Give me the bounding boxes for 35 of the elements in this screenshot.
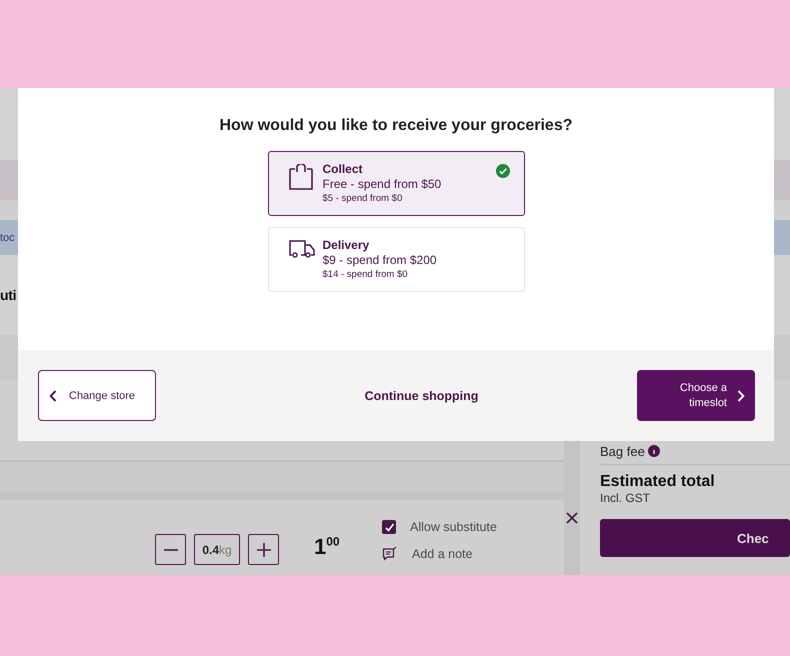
truck-icon bbox=[288, 240, 314, 260]
choose-timeslot-button[interactable]: Choose a timeslot bbox=[637, 370, 755, 421]
option-alt-price: $14 - spend from $0 bbox=[322, 269, 409, 280]
option-alt-price: $5 - spend from $0 bbox=[322, 193, 404, 204]
minus-button[interactable] bbox=[155, 534, 186, 565]
bag-fee-label: Bag fee bbox=[600, 444, 645, 458]
section-heading: uti bbox=[0, 287, 16, 303]
continue-shopping-link[interactable]: Continue shopping bbox=[364, 388, 478, 402]
chevron-right-icon bbox=[737, 390, 745, 402]
substitute-label: Allow substitute bbox=[410, 520, 497, 534]
add-note-link[interactable]: Add a note bbox=[412, 546, 472, 560]
chevron-left-icon bbox=[49, 390, 57, 402]
delivery-option[interactable]: Delivery $9 - spend from $200 $14 - spend from $0 bbox=[268, 227, 524, 292]
check-circle-icon bbox=[496, 164, 510, 178]
info-icon[interactable] bbox=[648, 445, 660, 457]
banner-text: toc bbox=[0, 232, 15, 244]
tax-note: Incl. GST bbox=[600, 491, 652, 505]
plus-button[interactable] bbox=[248, 534, 279, 565]
quantity-field[interactable]: 0.4kg bbox=[194, 534, 240, 565]
plus-icon bbox=[256, 542, 272, 558]
option-name: Collect bbox=[322, 162, 364, 176]
delivery-option[interactable]: Collect Free - spend from $50 $5 - spend from $0 bbox=[268, 151, 524, 216]
change-store-button[interactable]: Change store bbox=[38, 370, 156, 421]
shopping-bag-icon bbox=[288, 164, 312, 190]
option-name: Delivery bbox=[322, 238, 370, 252]
item-price: 1$^{00}$ bbox=[314, 534, 341, 560]
minus-icon bbox=[164, 548, 178, 550]
total-label: Estimated total bbox=[600, 473, 716, 491]
option-price: Free - spend from $50 bbox=[322, 177, 442, 191]
close-icon[interactable] bbox=[566, 512, 578, 524]
substitute-checkbox[interactable] bbox=[382, 520, 396, 534]
note-icon bbox=[382, 546, 398, 561]
option-price: $9 - spend from $200 bbox=[322, 253, 437, 267]
dialog-title: How would you like to receive your groceries? bbox=[220, 117, 572, 135]
checkout-button[interactable]: Chec bbox=[600, 519, 790, 557]
